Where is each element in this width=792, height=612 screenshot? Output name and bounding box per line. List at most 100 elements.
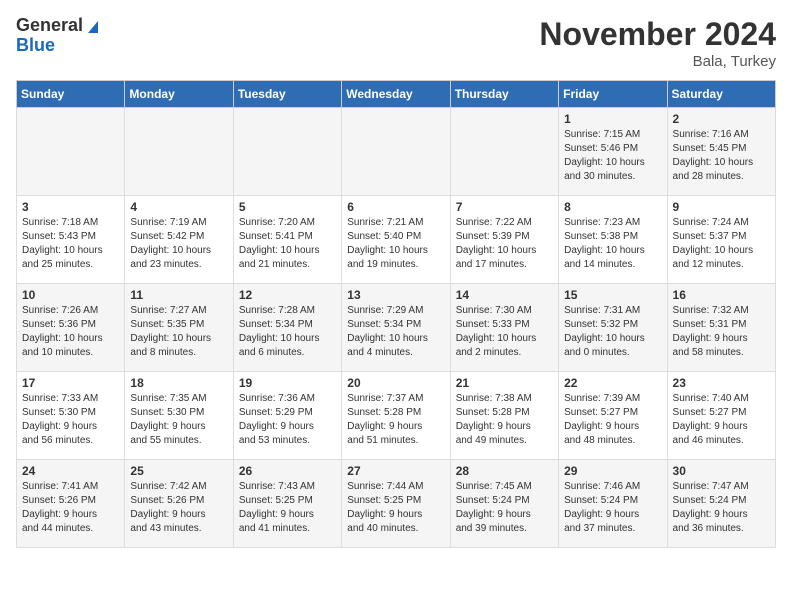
calendar-cell: 16Sunrise: 7:32 AM Sunset: 5:31 PM Dayli… [667, 284, 775, 372]
day-info: Sunrise: 7:42 AM Sunset: 5:26 PM Dayligh… [130, 480, 227, 536]
calendar-cell [233, 108, 341, 196]
location-text: Bala, Turkey [539, 53, 776, 70]
calendar-cell: 12Sunrise: 7:28 AM Sunset: 5:34 PM Dayli… [233, 284, 341, 372]
calendar-cell: 24 Sunrise: 7:41 AM Sunset: 5:26 PM Dayli… [17, 460, 125, 548]
week-row-3: 17 Sunrise: 7:33 AM Sunset: 5:30 PM Dayli… [17, 372, 776, 460]
day-info: Sunrise: 7:43 AM Sunset: 5:25 PM Dayligh… [239, 480, 336, 536]
day-info: Sunrise: 7:24 AM Sunset: 5:37 PM Dayligh… [673, 216, 770, 272]
week-row-1: 3Sunrise: 7:18 AM Sunset: 5:43 PM Daylig… [17, 196, 776, 284]
day-info: Sunrise: 7:27 AM Sunset: 5:35 PM Dayligh… [130, 304, 227, 360]
day-info: Sunrise: 7:45 AM Sunset: 5:24 PM Dayligh… [456, 480, 553, 536]
day-number: 24 [22, 464, 119, 478]
logo-blue-text: Blue [16, 36, 55, 56]
day-number: 6 [347, 200, 444, 214]
day-info: Sunrise: 7:31 AM Sunset: 5:32 PM Dayligh… [564, 304, 661, 360]
day-number: 9 [673, 200, 770, 214]
day-number: 18 [130, 376, 227, 390]
day-number: 27 [347, 464, 444, 478]
calendar-cell: 23 Sunrise: 7:40 AM Sunset: 5:27 PM Dayli… [667, 372, 775, 460]
day-info: Sunrise: 7:46 AM Sunset: 5:24 PM Dayligh… [564, 480, 661, 536]
day-number: 11 [130, 288, 227, 302]
day-info: Sunrise: 7:29 AM Sunset: 5:34 PM Dayligh… [347, 304, 444, 360]
week-row-0: 1 Sunrise: 7:15 AM Sunset: 5:46 PM Daylig… [17, 108, 776, 196]
day-info: Sunrise: 7:44 AM Sunset: 5:25 PM Dayligh… [347, 480, 444, 536]
day-info: Sunrise: 7:37 AM Sunset: 5:28 PM Dayligh… [347, 392, 444, 448]
calendar-cell: 10Sunrise: 7:26 AM Sunset: 5:36 PM Dayli… [17, 284, 125, 372]
header-day-tuesday: Tuesday [233, 81, 341, 108]
header-day-thursday: Thursday [450, 81, 558, 108]
calendar-cell: 2 Sunrise: 7:16 AM Sunset: 5:45 PM Daylig… [667, 108, 775, 196]
header-day-friday: Friday [559, 81, 667, 108]
calendar-cell: 8Sunrise: 7:23 AM Sunset: 5:38 PM Daylig… [559, 196, 667, 284]
day-info: Sunrise: 7:16 AM Sunset: 5:45 PM Dayligh… [673, 128, 770, 184]
calendar-table: SundayMondayTuesdayWednesdayThursdayFrid… [16, 80, 776, 548]
day-number: 7 [456, 200, 553, 214]
calendar-cell: 29 Sunrise: 7:46 AM Sunset: 5:24 PM Dayli… [559, 460, 667, 548]
calendar-cell [125, 108, 233, 196]
day-number: 4 [130, 200, 227, 214]
day-number: 19 [239, 376, 336, 390]
week-row-4: 24 Sunrise: 7:41 AM Sunset: 5:26 PM Dayli… [17, 460, 776, 548]
day-number: 14 [456, 288, 553, 302]
day-info: Sunrise: 7:40 AM Sunset: 5:27 PM Dayligh… [673, 392, 770, 448]
day-number: 15 [564, 288, 661, 302]
day-number: 1 [564, 112, 661, 126]
calendar-cell: 11 Sunrise: 7:27 AM Sunset: 5:35 PM Dayli… [125, 284, 233, 372]
calendar-cell [342, 108, 450, 196]
page-header: General Blue November 2024 Bala, Turkey [16, 16, 776, 70]
calendar-cell: 25 Sunrise: 7:42 AM Sunset: 5:26 PM Dayli… [125, 460, 233, 548]
day-number: 2 [673, 112, 770, 126]
calendar-cell: 30Sunrise: 7:47 AM Sunset: 5:24 PM Dayli… [667, 460, 775, 548]
calendar-cell [450, 108, 558, 196]
calendar-cell: 5 Sunrise: 7:20 AM Sunset: 5:41 PM Daylig… [233, 196, 341, 284]
calendar-cell: 19 Sunrise: 7:36 AM Sunset: 5:29 PM Dayli… [233, 372, 341, 460]
week-row-2: 10Sunrise: 7:26 AM Sunset: 5:36 PM Dayli… [17, 284, 776, 372]
calendar-cell: 7 Sunrise: 7:22 AM Sunset: 5:39 PM Daylig… [450, 196, 558, 284]
day-number: 25 [130, 464, 227, 478]
day-info: Sunrise: 7:41 AM Sunset: 5:26 PM Dayligh… [22, 480, 119, 536]
calendar-cell: 14 Sunrise: 7:30 AM Sunset: 5:33 PM Dayli… [450, 284, 558, 372]
calendar-cell: 20 Sunrise: 7:37 AM Sunset: 5:28 PM Dayli… [342, 372, 450, 460]
day-info: Sunrise: 7:18 AM Sunset: 5:43 PM Dayligh… [22, 216, 119, 272]
day-info: Sunrise: 7:35 AM Sunset: 5:30 PM Dayligh… [130, 392, 227, 448]
day-info: Sunrise: 7:19 AM Sunset: 5:42 PM Dayligh… [130, 216, 227, 272]
calendar-cell: 3Sunrise: 7:18 AM Sunset: 5:43 PM Daylig… [17, 196, 125, 284]
calendar-cell: 21Sunrise: 7:38 AM Sunset: 5:28 PM Dayli… [450, 372, 558, 460]
day-info: Sunrise: 7:21 AM Sunset: 5:40 PM Dayligh… [347, 216, 444, 272]
day-number: 5 [239, 200, 336, 214]
calendar-cell: 6 Sunrise: 7:21 AM Sunset: 5:40 PM Daylig… [342, 196, 450, 284]
day-info: Sunrise: 7:30 AM Sunset: 5:33 PM Dayligh… [456, 304, 553, 360]
day-number: 29 [564, 464, 661, 478]
day-number: 26 [239, 464, 336, 478]
header-row: SundayMondayTuesdayWednesdayThursdayFrid… [17, 81, 776, 108]
day-info: Sunrise: 7:15 AM Sunset: 5:46 PM Dayligh… [564, 128, 661, 184]
calendar-cell: 28 Sunrise: 7:45 AM Sunset: 5:24 PM Dayli… [450, 460, 558, 548]
title-block: November 2024 Bala, Turkey [539, 16, 776, 70]
day-info: Sunrise: 7:36 AM Sunset: 5:29 PM Dayligh… [239, 392, 336, 448]
day-number: 30 [673, 464, 770, 478]
day-info: Sunrise: 7:33 AM Sunset: 5:30 PM Dayligh… [22, 392, 119, 448]
day-info: Sunrise: 7:39 AM Sunset: 5:27 PM Dayligh… [564, 392, 661, 448]
day-number: 23 [673, 376, 770, 390]
day-number: 13 [347, 288, 444, 302]
calendar-cell: 4 Sunrise: 7:19 AM Sunset: 5:42 PM Daylig… [125, 196, 233, 284]
day-info: Sunrise: 7:20 AM Sunset: 5:41 PM Dayligh… [239, 216, 336, 272]
calendar-cell [17, 108, 125, 196]
header-day-sunday: Sunday [17, 81, 125, 108]
day-number: 17 [22, 376, 119, 390]
calendar-cell: 22Sunrise: 7:39 AM Sunset: 5:27 PM Dayli… [559, 372, 667, 460]
calendar-header: SundayMondayTuesdayWednesdayThursdayFrid… [17, 81, 776, 108]
calendar-cell: 1 Sunrise: 7:15 AM Sunset: 5:46 PM Daylig… [559, 108, 667, 196]
calendar-cell: 9 Sunrise: 7:24 AM Sunset: 5:37 PM Daylig… [667, 196, 775, 284]
day-number: 28 [456, 464, 553, 478]
day-info: Sunrise: 7:22 AM Sunset: 5:39 PM Dayligh… [456, 216, 553, 272]
day-number: 16 [673, 288, 770, 302]
day-number: 20 [347, 376, 444, 390]
calendar-body: 1 Sunrise: 7:15 AM Sunset: 5:46 PM Daylig… [17, 108, 776, 548]
calendar-cell: 27 Sunrise: 7:44 AM Sunset: 5:25 PM Dayli… [342, 460, 450, 548]
day-info: Sunrise: 7:26 AM Sunset: 5:36 PM Dayligh… [22, 304, 119, 360]
logo: General Blue [16, 16, 102, 56]
day-number: 21 [456, 376, 553, 390]
month-title: November 2024 [539, 16, 776, 53]
calendar-cell: 13 Sunrise: 7:29 AM Sunset: 5:34 PM Dayli… [342, 284, 450, 372]
